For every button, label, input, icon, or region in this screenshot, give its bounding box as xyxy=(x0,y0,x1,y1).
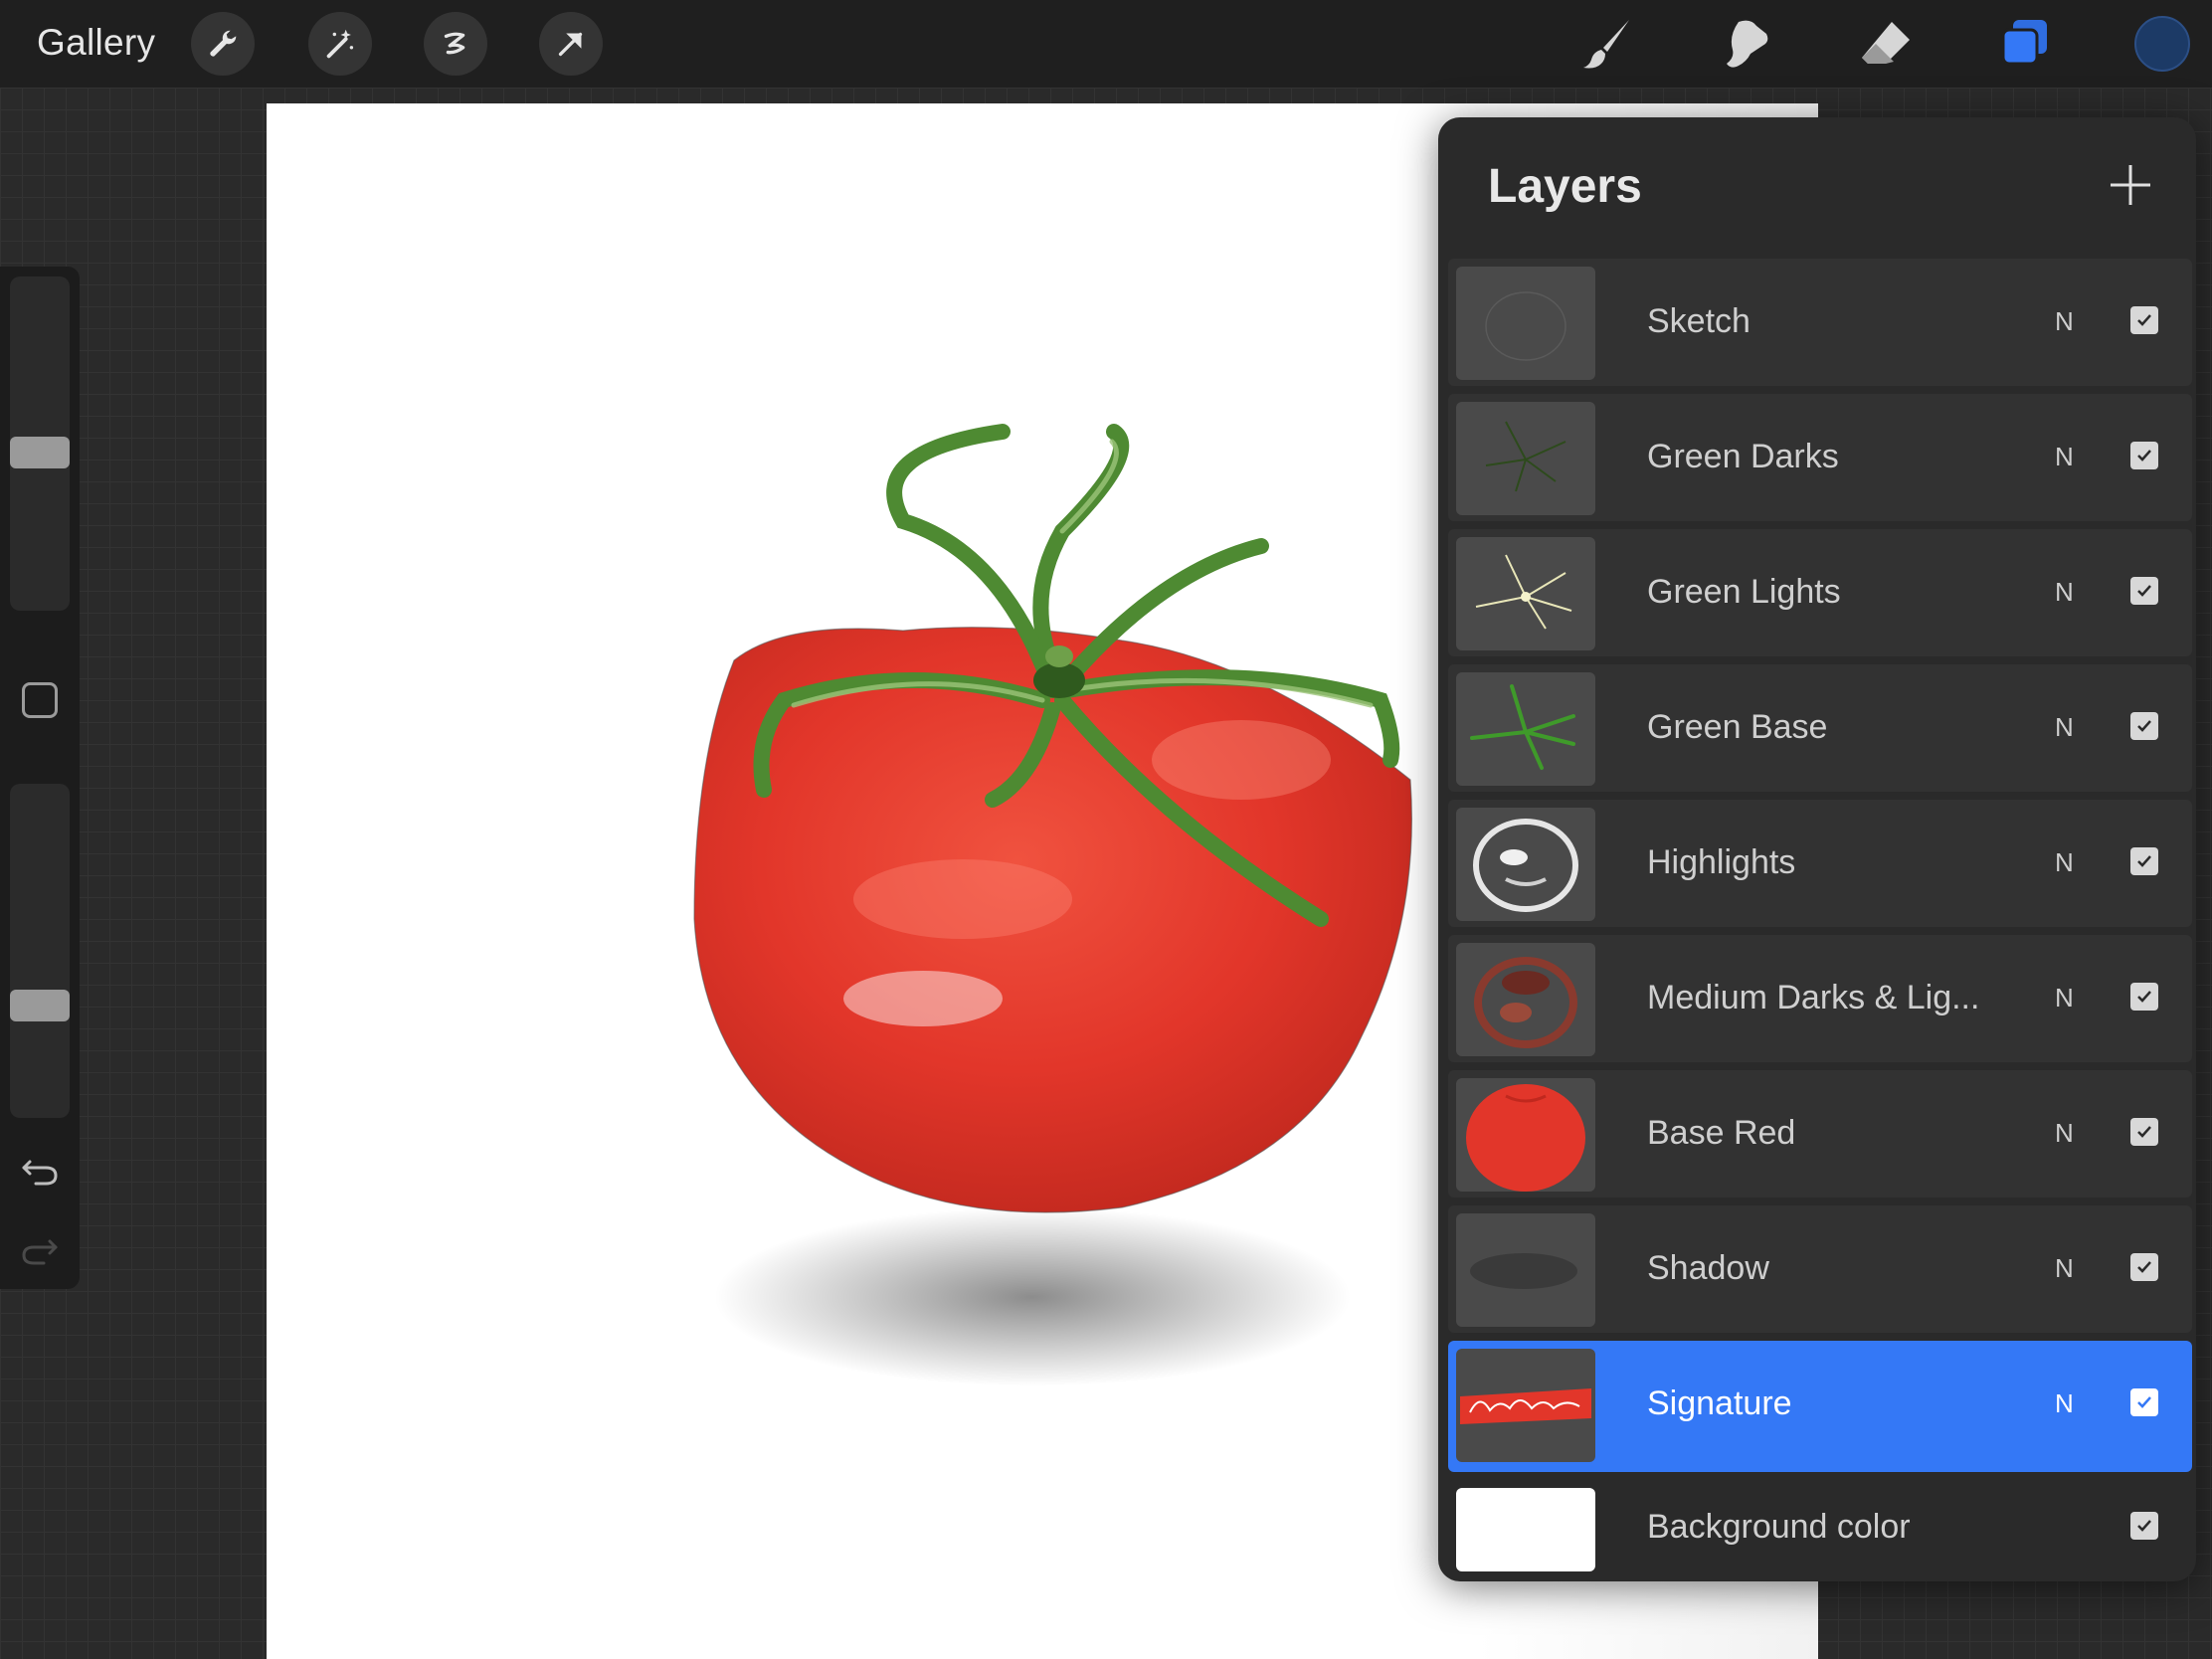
layer-name: Medium Darks & Lig... xyxy=(1647,979,1980,1016)
color-picker-button[interactable] xyxy=(2134,16,2190,72)
redo-icon xyxy=(22,1239,58,1265)
layer-row-green-base[interactable]: Green Base N xyxy=(1448,664,2192,792)
plus-icon xyxy=(2111,165,2150,205)
checkmark-icon xyxy=(2137,1126,2151,1138)
layers-icon xyxy=(2001,20,2047,66)
layer-row-sketch[interactable]: Sketch N xyxy=(1448,259,2192,386)
layer-thumbnail xyxy=(1456,1078,1595,1192)
layers-tool[interactable] xyxy=(1993,12,2057,76)
layer-row-base-red[interactable]: Base Red N xyxy=(1448,1070,2192,1198)
opacity-thumb[interactable] xyxy=(10,990,70,1021)
layer-row-green-darks[interactable]: Green Darks N xyxy=(1448,394,2192,521)
selection-button[interactable] xyxy=(424,12,487,76)
visibility-checkbox[interactable] xyxy=(2130,306,2158,334)
checkmark-icon xyxy=(2137,1396,2151,1408)
panel-title: Layers xyxy=(1488,160,1642,213)
layer-thumbnail xyxy=(1456,1213,1595,1327)
visibility-checkbox[interactable] xyxy=(2130,847,2158,875)
blend-mode-button[interactable]: N xyxy=(2055,712,2074,743)
adjustments-button[interactable] xyxy=(308,12,372,76)
layer-thumbnail xyxy=(1456,943,1595,1056)
smudge-tool[interactable] xyxy=(1715,12,1778,76)
blend-mode-button[interactable]: N xyxy=(2055,1118,2074,1149)
left-sidebar xyxy=(0,267,80,1289)
actions-button[interactable] xyxy=(191,12,255,76)
checkmark-icon xyxy=(2137,585,2151,597)
undo-icon xyxy=(22,1160,58,1186)
blend-mode-button[interactable]: N xyxy=(2055,577,2074,608)
gallery-button[interactable]: Gallery xyxy=(37,22,155,64)
visibility-checkbox[interactable] xyxy=(2130,1118,2158,1146)
eraser-icon xyxy=(1862,22,1910,64)
redo-button[interactable] xyxy=(18,1227,62,1271)
checkmark-icon xyxy=(2137,1520,2151,1532)
visibility-checkbox[interactable] xyxy=(2130,1253,2158,1281)
checkmark-icon xyxy=(2137,1261,2151,1273)
selection-icon xyxy=(444,32,465,55)
layer-name: Background color xyxy=(1647,1508,1911,1546)
layer-name: Shadow xyxy=(1647,1249,1769,1287)
blend-mode-button[interactable]: N xyxy=(2055,983,2074,1014)
layer-name: Base Red xyxy=(1647,1114,1796,1152)
layer-thumbnail xyxy=(1456,267,1595,380)
transform-arrow-icon xyxy=(558,32,583,57)
layer-name: Sketch xyxy=(1647,302,1751,340)
eraser-tool[interactable] xyxy=(1854,12,1918,76)
transform-button[interactable] xyxy=(539,12,603,76)
visibility-checkbox[interactable] xyxy=(2130,712,2158,740)
blend-mode-button[interactable]: N xyxy=(2055,1388,2074,1419)
add-layer-button[interactable] xyxy=(2107,161,2154,209)
magic-wand-icon xyxy=(326,29,354,59)
top-toolbar: Gallery xyxy=(0,0,2212,88)
layer-thumbnail xyxy=(1456,537,1595,650)
modify-button[interactable] xyxy=(22,682,58,718)
layer-name: Green Darks xyxy=(1647,438,1839,475)
visibility-checkbox[interactable] xyxy=(2130,1512,2158,1540)
brush-tool[interactable] xyxy=(1575,12,1639,76)
visibility-checkbox[interactable] xyxy=(2130,442,2158,469)
layer-name: Signature xyxy=(1647,1384,1792,1422)
layer-row-highlights[interactable]: Highlights N xyxy=(1448,800,2192,927)
layer-name: Highlights xyxy=(1647,843,1796,881)
checkmark-icon xyxy=(2137,314,2151,326)
checkmark-icon xyxy=(2137,450,2151,461)
layer-thumbnail xyxy=(1456,808,1595,921)
layer-row-shadow[interactable]: Shadow N xyxy=(1448,1205,2192,1333)
brush-icon xyxy=(1583,20,1629,69)
undo-button[interactable] xyxy=(18,1148,62,1192)
blend-mode-button[interactable]: N xyxy=(2055,1253,2074,1284)
layer-thumbnail xyxy=(1456,672,1595,786)
layer-name: Green Base xyxy=(1647,708,1828,746)
layer-thumbnail xyxy=(1456,1349,1595,1462)
checkmark-icon xyxy=(2137,855,2151,867)
blend-mode-button[interactable]: N xyxy=(2055,306,2074,337)
layer-row-background-color[interactable]: Background color xyxy=(1448,1480,2192,1575)
opacity-slider[interactable] xyxy=(10,784,70,1118)
blend-mode-button[interactable]: N xyxy=(2055,847,2074,878)
layer-name: Green Lights xyxy=(1647,573,1841,611)
checkmark-icon xyxy=(2137,991,2151,1003)
layer-row-medium-darks[interactable]: Medium Darks & Lig... N xyxy=(1448,935,2192,1062)
checkmark-icon xyxy=(2137,720,2151,732)
layer-row-green-lights[interactable]: Green Lights N xyxy=(1448,529,2192,656)
blend-mode-button[interactable]: N xyxy=(2055,442,2074,472)
wrench-icon xyxy=(210,30,237,57)
brush-size-thumb[interactable] xyxy=(10,437,70,468)
visibility-checkbox[interactable] xyxy=(2130,1388,2158,1416)
layer-thumbnail xyxy=(1456,402,1595,515)
visibility-checkbox[interactable] xyxy=(2130,983,2158,1011)
smudge-icon xyxy=(1727,20,1768,68)
layers-panel: Layers Sketch N Green Darks N Green Ligh… xyxy=(1438,117,2196,1581)
layer-row-signature[interactable]: Signature N xyxy=(1448,1341,2192,1472)
visibility-checkbox[interactable] xyxy=(2130,577,2158,605)
background-color-thumbnail[interactable] xyxy=(1456,1488,1595,1571)
brush-size-slider[interactable] xyxy=(10,276,70,611)
